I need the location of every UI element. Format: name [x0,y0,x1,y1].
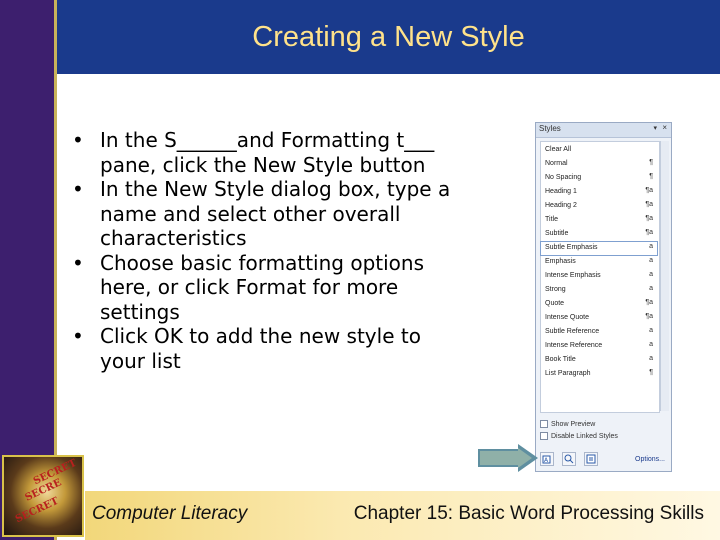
show-preview-label: Show Preview [551,420,596,428]
style-inspector-button[interactable] [562,452,576,466]
close-icon[interactable]: × [662,123,667,132]
new-style-icon: A [542,455,551,464]
style-item-quote[interactable]: Quote ¶a [541,298,657,311]
style-item-book-title[interactable]: Book Title a [541,354,657,367]
pointer-arrow-body [478,449,520,467]
style-item-subtle-reference[interactable]: Subtle Reference a [541,326,657,339]
style-item-normal[interactable]: Normal ¶ [541,158,657,171]
style-item-subtitle[interactable]: Subtitle ¶a [541,228,657,241]
styles-pane-header: Styles ▾ × [536,123,671,138]
logo-word: SECRET [13,495,61,526]
style-item-title[interactable]: Title ¶a [541,214,657,227]
style-inspector-icon [564,454,574,464]
show-preview-checkbox[interactable] [540,420,548,428]
pane-menu-icon[interactable]: ▾ [653,124,657,132]
bullet-item: Choose basic formatting options here, or… [72,251,472,325]
footer-course-name: Computer Literacy [92,503,248,524]
bullet-item: Click OK to add the new style to your li… [72,324,472,373]
pointer-arrow-fill [518,448,532,468]
styles-pane: Styles ▾ × Clear All Normal ¶ No Spacing ¶… [535,122,672,472]
style-item-intense-quote[interactable]: Intense Quote ¶a [541,312,657,325]
style-item-heading-2[interactable]: Heading 2 ¶a [541,200,657,213]
manage-styles-button[interactable] [584,452,598,466]
style-list-scrollbar[interactable] [660,141,669,411]
disable-linked-label: Disable Linked Styles [551,432,618,440]
style-item-list-paragraph[interactable]: List Paragraph ¶ [541,368,657,381]
bullet-item: In the S______and Formatting t___ pane, … [72,128,472,177]
styles-pane-title: Styles [539,124,561,133]
secret-logo: SECRET SECRE SECRET [2,455,84,537]
style-item-strong[interactable]: Strong a [541,284,657,297]
style-item-intense-emphasis[interactable]: Intense Emphasis a [541,270,657,283]
manage-styles-icon [586,454,596,464]
disable-linked-checkbox[interactable] [540,432,548,440]
style-item-intense-reference[interactable]: Intense Reference a [541,340,657,353]
slide-title: Creating a New Style [252,20,525,53]
bullet-list: In the S______and Formatting t___ pane, … [72,128,472,373]
show-preview-option[interactable]: Show Preview [540,420,595,428]
new-style-button[interactable]: A [540,452,554,466]
style-item-no-spacing[interactable]: No Spacing ¶ [541,172,657,185]
style-item-clear-all[interactable]: Clear All [541,144,657,157]
style-item-subtle-emphasis[interactable]: Subtle Emphasis a [540,241,658,256]
style-item-emphasis[interactable]: Emphasis a [541,256,657,269]
options-link[interactable]: Options... [635,456,665,463]
footer-chapter-title: Chapter 15: Basic Word Processing Skills [353,503,704,524]
style-list: Clear All Normal ¶ No Spacing ¶ Heading 1 ¶… [540,141,660,413]
disable-linked-option[interactable]: Disable Linked Styles [540,432,618,440]
style-item-heading-1[interactable]: Heading 1 ¶a [541,186,657,199]
bullet-item: In the New Style dialog box, type a name… [72,177,472,251]
